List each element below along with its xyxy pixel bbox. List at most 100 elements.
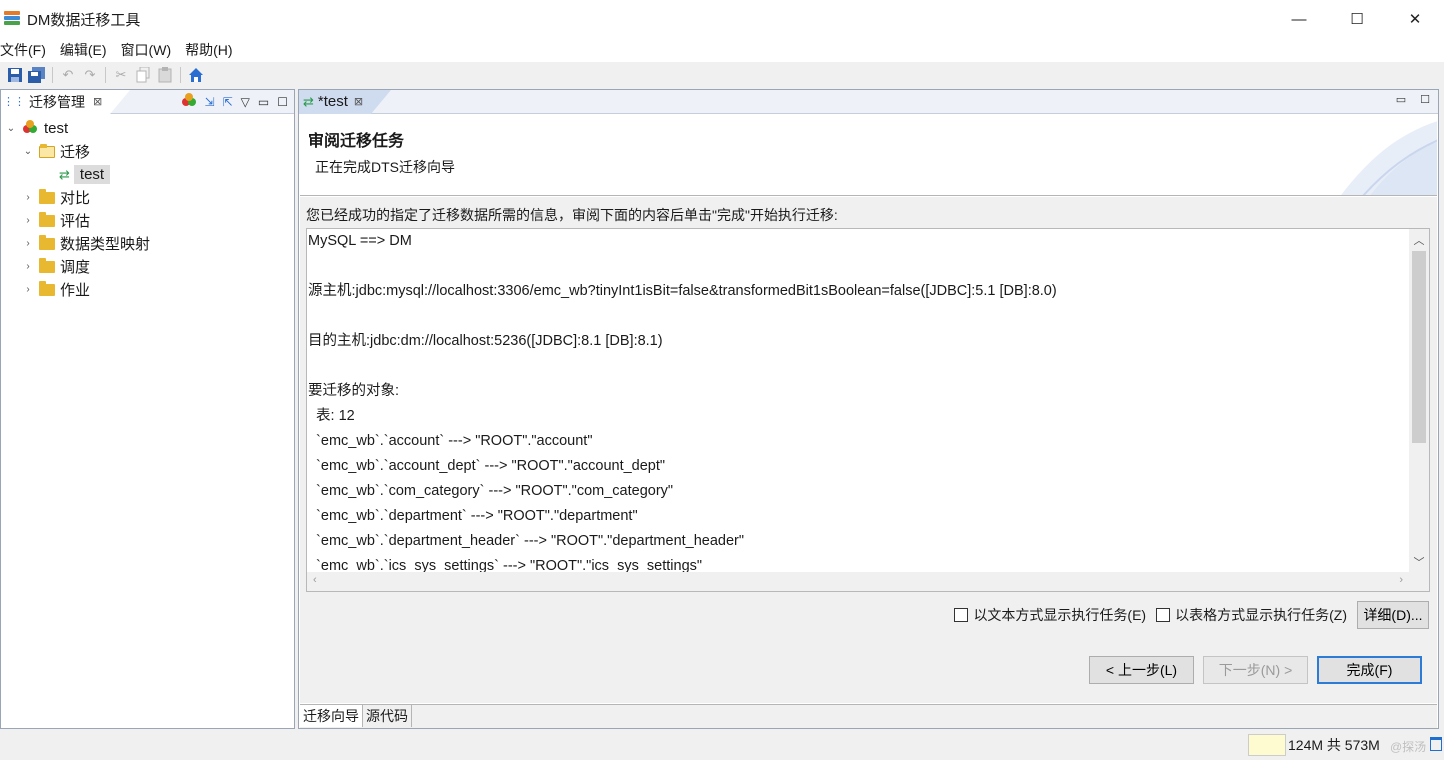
close-tab-icon[interactable]: ⊠ [93,95,102,108]
copy-icon[interactable] [134,66,152,84]
connect-icon[interactable] [181,93,197,110]
summary-line: `emc_wb`.`account` ---> "ROOT"."account" [308,433,593,449]
tree-node-label: 作业 [60,282,91,299]
tab-label: *test [317,93,348,110]
tree-node-label: 评估 [60,213,91,230]
summary-line: MySQL ==> DM [308,233,412,249]
tree-node-type-mapping[interactable]: › 数据类型映射 [1,232,294,255]
watermark: @探汤 [1390,740,1427,754]
checkbox-box[interactable] [1156,608,1171,622]
chevron-right-icon[interactable]: › [22,284,34,295]
maximize-view-icon[interactable]: ☐ [277,95,288,109]
checkbox-label: 以表格方式显示执行任务(Z) [1175,607,1347,623]
back-button[interactable]: < 上一步(L) [1089,656,1194,684]
home-icon[interactable] [187,66,205,84]
detail-button[interactable]: 详细(D)... [1357,601,1429,629]
folder-icon [39,188,55,204]
status-bar: 124M 共 573M @探汤 [0,731,1444,760]
table-mode-checkbox[interactable]: 以表格方式显示执行任务(Z) [1156,605,1347,625]
heap-usage-bar [1248,734,1286,756]
tree-node-label: test [44,120,69,137]
tree-node-label: 迁移 [60,144,91,161]
tab-label: 迁移管理 [29,93,85,110]
display-options: 以文本方式显示执行任务(E) 以表格方式显示执行任务(Z) 详细(D)... [954,601,1429,629]
chevron-right-icon[interactable]: › [22,192,34,203]
minimize-view-icon[interactable]: ▭ [1396,93,1406,106]
tab-source-code[interactable]: 源代码 [363,705,412,727]
menu-file[interactable]: 文件(F) [0,40,53,60]
minimize-button[interactable]: — [1270,0,1328,38]
app-logo-icon [3,10,21,28]
wizard-body: 您已经成功的指定了迁移数据所需的信息，审阅下面的内容后单击"完成"开始执行迁移:… [300,197,1437,703]
tree-node-migration-test[interactable]: ⇄ test [1,163,294,186]
next-button[interactable]: 下一步(N) > [1203,656,1308,684]
scroll-down-icon[interactable]: ﹀ [1409,554,1429,570]
scroll-left-icon[interactable]: ‹ [313,574,317,586]
checkbox-label: 以文本方式显示执行任务(E) [973,607,1147,623]
menu-edit[interactable]: 编辑(E) [60,40,114,60]
tab-migration-wizard[interactable]: 迁移向导 [300,705,363,727]
summary-line [308,354,1408,379]
scroll-right-icon[interactable]: › [1399,574,1403,586]
garbage-collect-icon[interactable] [1430,737,1442,751]
redo-icon[interactable]: ↷ [81,66,99,84]
vertical-scrollbar[interactable]: ︿ ﹀ [1409,229,1429,573]
maximize-view-icon[interactable]: ☐ [1420,93,1430,106]
tree-node-evaluate[interactable]: › 评估 [1,209,294,232]
summary-line: 目的主机:jdbc:dm://localhost:5236([JDBC]:8.1… [308,333,663,349]
scroll-up-icon[interactable]: ︿ [1409,232,1429,248]
import-icon[interactable]: ⇲ [205,95,215,109]
close-button[interactable]: ✕ [1386,0,1444,38]
chevron-right-icon[interactable]: › [22,261,34,272]
tree-node-root[interactable]: ⌄ test [1,117,294,140]
text-mode-checkbox[interactable]: 以文本方式显示执行任务(E) [954,605,1146,625]
tree-node-schedule[interactable]: › 调度 [1,255,294,278]
save-icon[interactable] [6,66,24,84]
undo-icon[interactable]: ↶ [59,66,77,84]
chevron-right-icon[interactable]: › [22,238,34,249]
scrollbar-thumb[interactable] [1412,251,1426,443]
chevron-down-icon[interactable]: ⌄ [22,146,34,157]
menu-help[interactable]: 帮助(H) [185,40,239,60]
toolbar: ↶ ↷ ✂ [0,62,1444,88]
summary-line: 要迁移的对象: [308,383,400,399]
summary-line [308,254,1408,279]
menu-bar: 文件(F) 编辑(E) 窗口(W) 帮助(H) [0,38,1444,62]
tab-test-editor[interactable]: ⇄ *test ⊠ [299,89,392,114]
toolbar-separator [105,67,106,83]
folder-icon [39,234,55,250]
summary-line: `emc_wb`.`account_dept` ---> "ROOT"."acc… [308,458,666,474]
chevron-down-icon[interactable]: ⌄ [5,123,17,134]
maximize-button[interactable]: ☐ [1328,0,1386,38]
tree-node-migration[interactable]: ⌄ 迁移 [1,140,294,163]
close-tab-icon[interactable]: ⊠ [354,95,363,108]
editor-panel: ⇄ *test ⊠ ▭ ☐ 审阅迁移任务 正在完成DTS迁移向导 您已经成功的指… [298,89,1439,729]
heap-status-text: 124M 共 573M [1288,737,1380,753]
finish-button[interactable]: 完成(F) [1317,656,1422,684]
folder-open-icon [39,143,55,158]
chevron-right-icon[interactable]: › [22,215,34,226]
migration-summary-textbox[interactable]: MySQL ==> DM 源主机:jdbc:mysql://localhost:… [306,228,1430,592]
paste-icon[interactable] [156,66,174,84]
cut-icon[interactable]: ✂ [112,66,130,84]
summary-line: 源主机:jdbc:mysql://localhost:3306/emc_wb?t… [308,283,1057,299]
save-all-icon[interactable] [28,66,46,84]
title-bar: DM数据迁移工具 — ☐ ✕ [0,0,1444,38]
checkbox-box[interactable] [954,608,969,622]
horizontal-scrollbar[interactable]: ‹ › [307,572,1411,591]
summary-line: `emc_wb`.`department_header` ---> "ROOT"… [308,533,745,549]
folder-icon [39,280,55,296]
tab-migration-management[interactable]: ⋮⋮ 迁移管理 ⊠ [1,89,131,114]
folder-icon [39,211,55,227]
export-icon[interactable]: ⇱ [223,95,233,109]
menu-window[interactable]: 窗口(W) [121,40,179,60]
wizard-subtitle: 正在完成DTS迁移向导 [315,159,455,175]
wizard-header: 审阅迁移任务 正在完成DTS迁移向导 [300,115,1437,196]
view-menu-icon[interactable]: ▽ [241,95,250,109]
tree-node-job[interactable]: › 作业 [1,278,294,301]
minimize-view-icon[interactable]: ▭ [258,95,269,109]
tree-view-icon: ⋮⋮ [3,96,25,108]
tree-node-label: 对比 [60,190,91,207]
tree-node-compare[interactable]: › 对比 [1,186,294,209]
project-icon [22,119,38,138]
